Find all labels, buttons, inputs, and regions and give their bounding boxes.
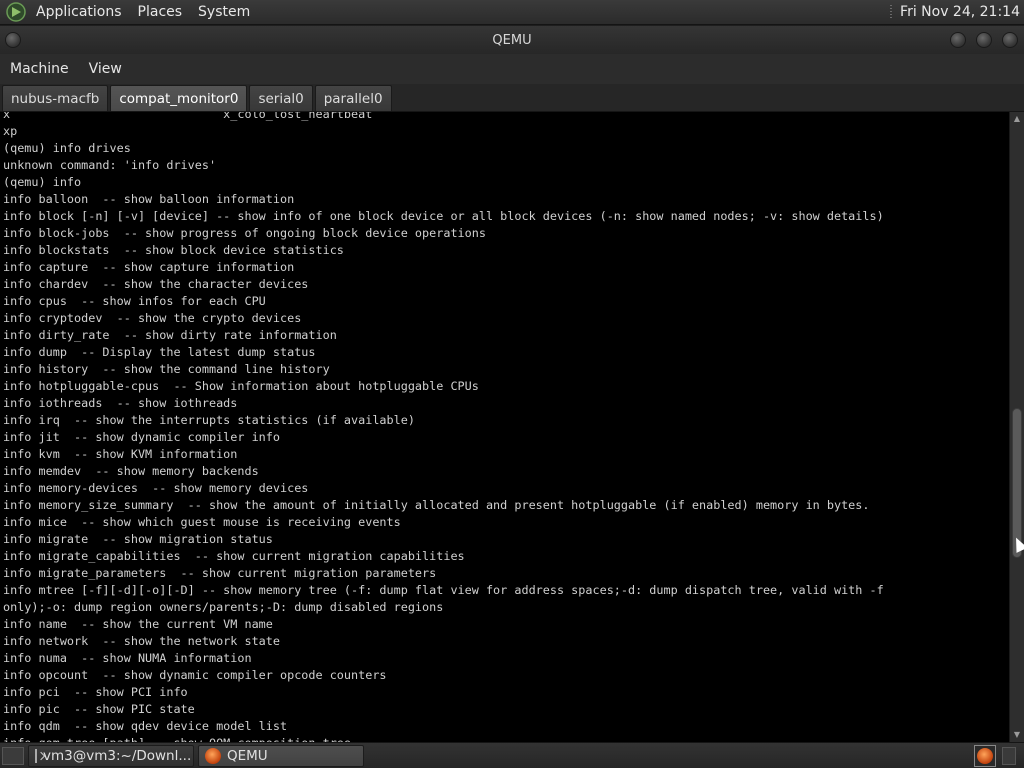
console-line: info kvm -- show KVM information [3,447,238,461]
tab-parallel0[interactable]: parallel0 [314,85,392,111]
qemu-icon [977,747,993,764]
console-line: info cryptodev -- show the crypto device… [3,311,302,325]
tab-serial0[interactable]: serial0 [249,85,313,111]
bottom-taskbar: vm3@vm3:~/Downl... QEMU [0,742,1024,768]
console-line: info mtree [-f][-d][-o][-D] -- show memo… [3,583,884,597]
applications-logo-icon[interactable] [6,2,26,22]
console-line: (qemu) info [3,175,82,189]
console-line: info cpus -- show infos for each CPU [3,294,266,308]
console-line: (qemu) info drives [3,141,131,155]
monitor-console[interactable]: x x_colo_lost_heartbeatxp (qemu) info dri… [0,112,1009,742]
console-line: xp [3,124,18,138]
window-title: QEMU [492,32,532,48]
console-line: info irq -- show the interrupts statisti… [3,413,415,427]
scroll-up-icon[interactable]: ▲ [1010,112,1024,126]
console-line: info name -- show the current VM name [3,617,273,631]
console-line: info memory-devices -- show memory devic… [3,481,309,495]
scroll-down-icon[interactable]: ▼ [1010,728,1024,742]
tab-nubus-macfb[interactable]: nubus-macfb [2,85,109,111]
console-line: info pic -- show PIC state [3,702,195,716]
console-line: info chardev -- show the character devic… [3,277,309,291]
top-panel: Applications Places System Fri Nov 24, 2… [0,0,1024,25]
maximize-button[interactable] [976,32,992,48]
console-line: info opcount -- show dynamic compiler op… [3,668,387,682]
console-line: info hotpluggable-cpus -- Show informati… [3,379,479,393]
console-line: info migrate_capabilities -- show curren… [3,549,465,563]
applications-menu[interactable]: Applications [28,0,130,25]
console-line: info block-jobs -- show progress of ongo… [3,226,486,240]
console-line: info jit -- show dynamic compiler info [3,430,280,444]
console-line: info qom-tree [path] -- show QOM composi… [3,735,884,742]
minimize-button[interactable] [950,32,966,48]
console-line: info pci -- show PCI info [3,685,188,699]
console-line: info balloon -- show balloon information [3,192,295,206]
system-menu[interactable]: System [190,0,258,25]
show-desktop-button[interactable] [2,746,24,765]
task-qemu[interactable]: QEMU [198,744,364,767]
tab-strip: nubus-macfb compat_monitor0 serial0 para… [0,84,1024,112]
menubar: Machine View [0,54,1024,84]
panel-separator [890,4,893,20]
places-menu[interactable]: Places [130,0,191,25]
menu-view[interactable]: View [79,54,132,84]
console-line: info numa -- show NUMA information [3,651,252,665]
console-line: info memory_size_summary -- show the amo… [3,498,870,512]
close-button[interactable] [1002,32,1018,48]
console-line: info block [-n] [-v] [device] -- show in… [3,209,884,223]
console-line: info migrate -- show migration status [3,532,273,546]
window-menu-button[interactable] [5,32,21,48]
console-line: info capture -- show capture information [3,260,295,274]
menu-machine[interactable]: Machine [0,54,79,84]
tab-compat-monitor0[interactable]: compat_monitor0 [110,85,248,111]
workspace-switcher[interactable] [1002,746,1016,765]
terminal-icon [35,748,37,763]
console-line: info dump -- Display the latest dump sta… [3,345,316,359]
console-line: info history -- show the command line hi… [3,362,330,376]
console-output: x x_colo_lost_heartbeatxp (qemu) info dri… [3,112,884,742]
console-line: info migrate_parameters -- show current … [3,566,437,580]
window-titlebar[interactable]: QEMU [0,26,1024,54]
panel-right: Fri Nov 24, 21:14 [890,0,1024,25]
console-line: info memdev -- show memory backends [3,464,259,478]
clock[interactable]: Fri Nov 24, 21:14 [900,4,1024,20]
console-line: info dirty_rate -- show dirty rate infor… [3,328,337,342]
qemu-icon [205,747,221,764]
task-terminal-label: vm3@vm3:~/Downl... [43,747,192,764]
task-qemu-label: QEMU [227,747,268,764]
console-line: info blockstats -- show block device sta… [3,243,344,257]
console-line: only);-o: dump region owners/parents;-D:… [3,600,444,614]
console-line: info iothreads -- show iothreads [3,396,238,410]
console-line: info network -- show the network state [3,634,280,648]
console-line: unknown command: 'info drives' [3,158,217,172]
console-line: info qdm -- show qdev device model list [3,719,288,733]
console-line: info mice -- show which guest mouse is r… [3,515,401,529]
task-terminal[interactable]: vm3@vm3:~/Downl... [28,744,194,767]
panel-menus: Applications Places System [0,0,258,25]
console-line: x x_colo_lost_heartbeat [3,112,373,121]
vertical-scrollbar[interactable]: ▲ ▼ [1009,112,1024,742]
tray-qemu-icon[interactable] [974,744,996,767]
